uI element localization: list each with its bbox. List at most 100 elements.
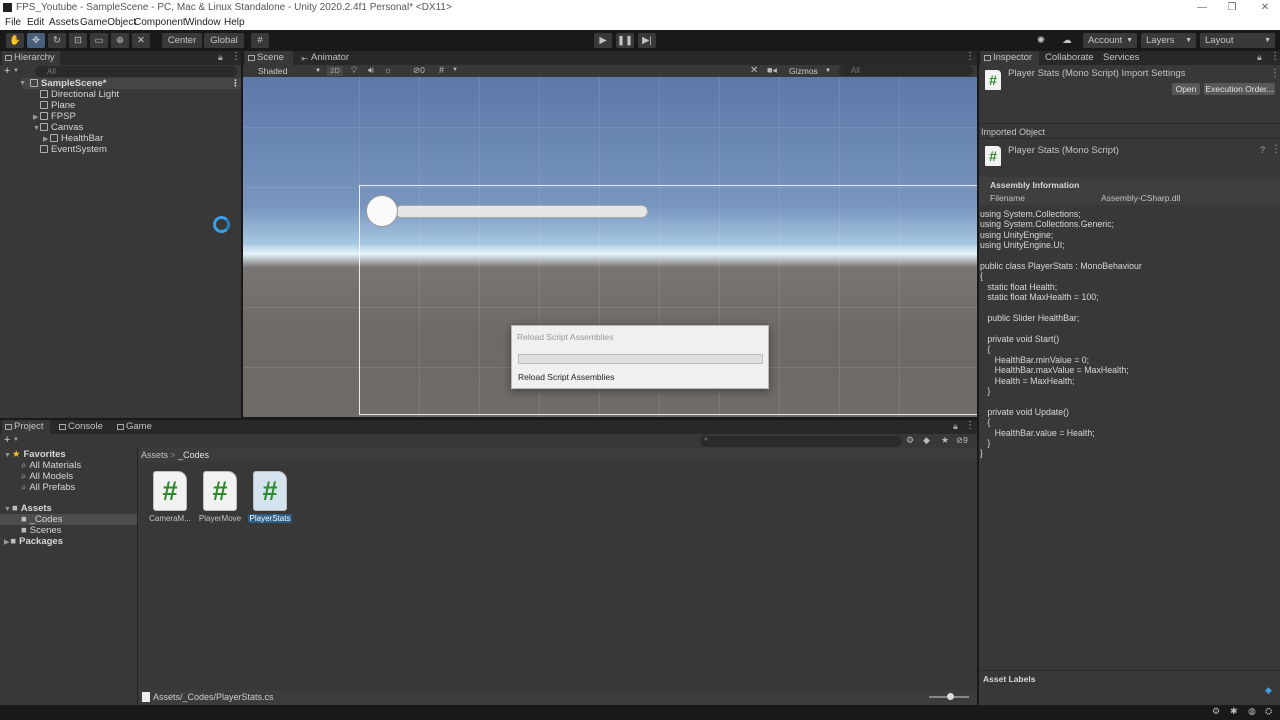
- expand-arrow-icon[interactable]: ▶: [33, 112, 38, 123]
- help-icon[interactable]: ?: [1260, 145, 1265, 155]
- menu-file[interactable]: File: [5, 17, 21, 28]
- scale-tool-icon[interactable]: ⊡: [69, 33, 87, 48]
- expand-arrow-icon[interactable]: ▼: [19, 78, 26, 89]
- kebab-menu-icon[interactable]: ⋮: [1270, 68, 1280, 79]
- audio-icon[interactable]: 🔊︎: [368, 65, 374, 76]
- tab-inspector[interactable]: Inspector: [981, 51, 1039, 65]
- healthbar-slider-handle[interactable]: [366, 195, 398, 227]
- lighting-icon[interactable]: 💡︎: [351, 65, 357, 76]
- label-tag-icon[interactable]: ◆: [1265, 685, 1272, 696]
- tools-icon[interactable]: ✕: [750, 65, 758, 76]
- mode-2d-toggle[interactable]: 2D: [327, 66, 343, 76]
- tab-project[interactable]: Project: [2, 420, 50, 434]
- hierarchy-item-fpsp[interactable]: ▶ FPSP: [33, 111, 76, 122]
- layers-dropdown[interactable]: Layers ▼: [1141, 33, 1196, 48]
- step-button[interactable]: ▶|: [638, 33, 656, 48]
- pivot-center-button[interactable]: Center: [162, 33, 202, 48]
- close-button[interactable]: ✕: [1250, 0, 1280, 16]
- progress-icon[interactable]: ⚙: [1212, 706, 1220, 717]
- chevron-down-icon[interactable]: ▼: [13, 68, 19, 74]
- scene-search-input[interactable]: All: [839, 65, 973, 76]
- scene-root-row[interactable]: ▼ SampleScene* ⋮: [19, 78, 241, 89]
- healthbar-slider-track[interactable]: [395, 205, 648, 218]
- hierarchy-item-plane[interactable]: Plane: [40, 100, 75, 111]
- folder-codes-row[interactable]: ■ _Codes: [0, 514, 137, 525]
- lock-icon[interactable]: 🔒︎: [218, 52, 223, 63]
- kebab-menu-icon[interactable]: ⋮: [965, 51, 975, 62]
- bug-icon[interactable]: ✱: [1230, 706, 1238, 717]
- asset-tile[interactable]: # CameraM...: [148, 472, 192, 532]
- rotate-tool-icon[interactable]: ↻: [48, 33, 66, 48]
- packages-folder-row[interactable]: ▶■ Packages: [4, 536, 63, 547]
- favorites-item-all-models[interactable]: ⌕ All Models: [21, 471, 73, 482]
- layout-dropdown[interactable]: Layout ▼: [1200, 33, 1275, 48]
- expand-arrow-icon[interactable]: ▶: [4, 539, 9, 546]
- effects-icon[interactable]: ☼: [384, 65, 392, 75]
- folder-scenes-row[interactable]: ■ Scenes: [21, 525, 61, 536]
- breadcrumb-codes[interactable]: _Codes: [178, 450, 209, 460]
- expand-arrow-icon[interactable]: ▼: [4, 506, 11, 513]
- cache-server-icon[interactable]: ⛭: [1265, 706, 1272, 717]
- expand-arrow-icon[interactable]: ▼: [4, 452, 11, 459]
- tab-animator[interactable]: ⤜ Animator: [299, 51, 359, 65]
- menu-assets[interactable]: Assets: [49, 17, 79, 28]
- scene-visibility-toggle[interactable]: ⊘0: [413, 65, 425, 76]
- shading-mode-dropdown[interactable]: Shaded ▼: [245, 65, 323, 77]
- play-button[interactable]: ▶: [594, 33, 612, 48]
- menu-window[interactable]: Window: [185, 17, 221, 28]
- menu-edit[interactable]: Edit: [27, 17, 44, 28]
- pivot-global-button[interactable]: Global: [204, 33, 244, 48]
- kebab-menu-icon[interactable]: ⋮: [231, 78, 240, 89]
- custom-tool-icon[interactable]: ✕: [132, 33, 150, 48]
- favorites-item-all-materials[interactable]: ⌕ All Materials: [21, 460, 81, 471]
- chevron-down-icon[interactable]: ▼: [452, 67, 458, 73]
- kebab-menu-icon[interactable]: ⋮: [1271, 144, 1280, 155]
- lock-icon[interactable]: 🔒︎: [1257, 52, 1262, 63]
- chevron-down-icon[interactable]: ▼: [13, 437, 19, 443]
- maximize-button[interactable]: ❐: [1217, 0, 1247, 16]
- kebab-menu-icon[interactable]: ⋮: [231, 51, 241, 62]
- favorites-header[interactable]: ▼★ Favorites: [4, 449, 66, 460]
- hand-tool-icon[interactable]: ✋: [6, 33, 24, 48]
- kebab-menu-icon[interactable]: ⋮: [965, 420, 975, 431]
- gizmos-dropdown[interactable]: Gizmos ▼: [789, 65, 833, 77]
- move-tool-icon[interactable]: ✥: [27, 33, 45, 48]
- tab-console[interactable]: Console: [56, 420, 106, 434]
- collab-icon[interactable]: ✺: [1032, 33, 1050, 48]
- hierarchy-item-eventsystem[interactable]: EventSystem: [40, 144, 107, 155]
- hierarchy-search-input[interactable]: All: [35, 66, 237, 77]
- rect-tool-icon[interactable]: ▭: [90, 33, 108, 48]
- transform-tool-icon[interactable]: ⊕: [111, 33, 129, 48]
- favorites-item-all-prefabs[interactable]: ⌕ All Prefabs: [21, 482, 75, 493]
- label-filter-icon[interactable]: ◆: [923, 435, 930, 446]
- pause-button[interactable]: ❚❚: [616, 33, 634, 48]
- open-button[interactable]: Open: [1172, 83, 1200, 95]
- tab-collaborate[interactable]: Collaborate: [1033, 51, 1097, 65]
- cloud-icon[interactable]: ☁: [1058, 33, 1076, 48]
- tab-services[interactable]: Services: [1091, 51, 1147, 65]
- hierarchy-item-healthbar[interactable]: ▶ HealthBar: [43, 133, 103, 144]
- tab-game[interactable]: Game: [114, 420, 158, 434]
- menu-component[interactable]: Component: [134, 17, 186, 28]
- execution-order-button[interactable]: Execution Order...: [1204, 83, 1275, 95]
- hidden-packages-toggle[interactable]: ⊘9: [956, 435, 968, 446]
- menu-gameobject[interactable]: GameObject: [80, 17, 136, 28]
- expand-arrow-icon[interactable]: ▼: [33, 123, 40, 134]
- asset-tile[interactable]: # PlayerMove: [198, 472, 242, 532]
- menu-help[interactable]: Help: [224, 17, 245, 28]
- add-icon[interactable]: +: [4, 65, 10, 77]
- favorite-star-icon[interactable]: ★: [941, 435, 949, 446]
- add-icon[interactable]: +: [4, 434, 10, 446]
- camera-icon[interactable]: ■◂: [767, 65, 777, 76]
- icon-size-slider-thumb[interactable]: [947, 693, 954, 700]
- auto-generate-lighting-icon[interactable]: ◍: [1248, 706, 1256, 717]
- grid-visibility-icon[interactable]: #: [439, 65, 444, 75]
- grid-snap-icon[interactable]: #: [251, 33, 269, 48]
- tab-scene[interactable]: Scene: [245, 51, 293, 65]
- asset-tile-selected[interactable]: # PlayerStats: [248, 472, 292, 532]
- account-dropdown[interactable]: Account ▼: [1083, 33, 1137, 48]
- type-filter-icon[interactable]: ⚙: [906, 435, 914, 446]
- minimize-button[interactable]: —: [1187, 0, 1217, 16]
- project-search-input[interactable]: ⌕: [700, 436, 902, 447]
- assets-folder-row[interactable]: ▼■ Assets: [4, 503, 52, 514]
